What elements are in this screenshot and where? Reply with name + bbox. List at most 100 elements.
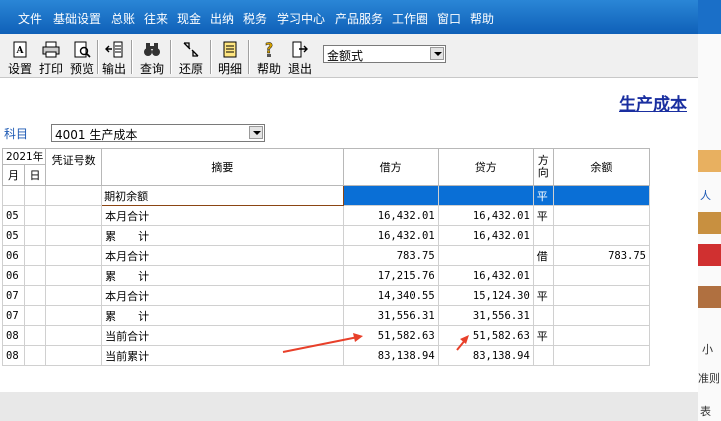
summary-cell: 累 计: [101, 305, 344, 326]
month-header: 月: [1, 164, 26, 186]
voucher-cell: [45, 185, 103, 206]
direction-cell: [532, 305, 554, 326]
table-row[interactable]: 05 累 计 16,432.01 16,432.01: [1, 225, 651, 246]
menu-accounts[interactable]: 往来: [144, 10, 168, 27]
menu-bar: 文件 基础设置 总账 往来 现金 出纳 税务 学习中心 产品服务 工作圈 窗口 …: [0, 0, 698, 34]
background-thumbnail: [698, 150, 721, 172]
month-cell: 05: [1, 225, 26, 246]
exit-button[interactable]: 退出: [284, 38, 316, 76]
preview-icon: [74, 41, 91, 58]
table-row[interactable]: 06 本月合计 783.75 借 783.75: [1, 245, 651, 266]
menu-products-services[interactable]: 产品服务: [335, 10, 383, 27]
query-button[interactable]: 查询: [136, 38, 168, 76]
menu-help[interactable]: 帮助: [470, 10, 494, 27]
menu-cash[interactable]: 现金: [177, 10, 201, 27]
day-header: 日: [24, 164, 47, 186]
direction-cell: [532, 345, 554, 366]
background-thumbnail: [698, 244, 721, 266]
credit-cell: 15,124.30: [437, 285, 534, 306]
table-row[interactable]: 07 本月合计 14,340.55 15,124.30 平: [1, 285, 651, 306]
subject-select[interactable]: 4001 生产成本: [51, 124, 265, 142]
day-cell: [24, 305, 47, 326]
background-thumbnail: [698, 286, 721, 308]
summary-cell: 本月合计: [101, 285, 344, 306]
direction-cell: 平: [532, 285, 554, 306]
month-cell: 08: [1, 325, 26, 346]
help-button[interactable]: ? 帮助: [253, 38, 285, 76]
menu-tax[interactable]: 税务: [243, 10, 267, 27]
month-cell: 08: [1, 345, 26, 366]
credit-header: 贷方: [437, 148, 534, 186]
menu-work-circle[interactable]: 工作圈: [392, 10, 428, 27]
table-row[interactable]: 06 累 计 17,215.76 16,432.01: [1, 265, 651, 286]
summary-cell: 累 计: [101, 265, 344, 286]
voucher-cell: [45, 225, 103, 246]
balance-cell: [552, 205, 651, 226]
summary-cell: 累 计: [101, 225, 344, 246]
toolbar: A 设置 打印 预览 输出 查询 还原 明细 ? 帮助 退出 金额式: [0, 34, 698, 78]
menu-cashier[interactable]: 出纳: [210, 10, 234, 27]
format-select[interactable]: 金额式: [323, 45, 446, 63]
balance-cell: [552, 345, 651, 366]
menu-basic-settings[interactable]: 基础设置: [53, 10, 101, 27]
table-row[interactable]: 08 当前累计 83,138.94 83,138.94: [1, 345, 651, 366]
help-icon: ?: [265, 41, 274, 57]
summary-cell[interactable]: 期初余额: [101, 185, 344, 206]
balance-cell: [552, 285, 651, 306]
menu-file[interactable]: 文件: [18, 10, 42, 27]
table-row[interactable]: 05 本月合计 16,432.01 16,432.01 平: [1, 205, 651, 226]
debit-cell: 16,432.01: [342, 205, 439, 226]
credit-cell: 16,432.01: [437, 225, 534, 246]
chevron-down-icon[interactable]: [249, 126, 263, 139]
month-cell: 07: [1, 305, 26, 326]
query-button-label: 查询: [139, 62, 164, 76]
export-icon: [105, 41, 123, 58]
app-window: 文件 基础设置 总账 往来 现金 出纳 税务 学习中心 产品服务 工作圈 窗口 …: [0, 0, 721, 421]
settings-button[interactable]: A 设置: [4, 38, 36, 76]
background-thumbnail: [698, 212, 721, 234]
debit-cell: 31,556.31: [342, 305, 439, 326]
detail-button-label: 明细: [217, 62, 242, 76]
restore-button[interactable]: 还原: [175, 38, 207, 76]
debit-cell[interactable]: [342, 185, 439, 206]
day-cell: [24, 225, 47, 246]
menu-general-ledger[interactable]: 总账: [111, 10, 135, 27]
table-row[interactable]: 08 当前合计 51,582.63 51,582.63 平: [1, 325, 651, 346]
help-button-label: 帮助: [256, 62, 281, 76]
background-text: 人: [700, 189, 711, 202]
svg-text:A: A: [16, 46, 25, 56]
print-button[interactable]: 打印: [35, 38, 67, 76]
preview-button[interactable]: 预览: [66, 38, 98, 76]
voucher-cell: [45, 205, 103, 226]
month-cell: 05: [1, 205, 26, 226]
menu-window[interactable]: 窗口: [437, 10, 461, 27]
day-cell: [24, 345, 47, 366]
report-pane: 生产成本 科目 4001 生产成本 2021年 凭证号数 摘要 借方 贷方 方向…: [0, 78, 698, 392]
credit-cell: 16,432.01: [437, 265, 534, 286]
toolbar-separator: [248, 40, 250, 74]
subject-label: 科目: [4, 127, 29, 141]
summary-cell: 本月合计: [101, 205, 344, 226]
table-header-row-1: 2021年 凭证号数 摘要 借方 贷方 方向 余额: [1, 148, 651, 186]
credit-cell[interactable]: [437, 185, 534, 206]
subject-select-value: 4001 生产成本: [55, 128, 138, 142]
table-row[interactable]: 期初余额 平: [1, 185, 651, 206]
detail-button[interactable]: 明细: [214, 38, 246, 76]
table-row[interactable]: 07 累 计 31,556.31 31,556.31: [1, 305, 651, 326]
debit-cell: 16,432.01: [342, 225, 439, 246]
direction-cell[interactable]: 平: [532, 185, 554, 206]
day-cell: [24, 325, 47, 346]
settings-button-label: 设置: [7, 62, 32, 76]
export-button[interactable]: 输出: [98, 38, 130, 76]
background-window-edge: 人 小 准则 表: [698, 0, 721, 421]
printer-icon: [42, 41, 60, 58]
preview-button-label: 预览: [69, 62, 94, 76]
menu-learning-center[interactable]: 学习中心: [277, 10, 325, 27]
balance-cell: [552, 325, 651, 346]
voucher-cell: [45, 285, 103, 306]
balance-cell[interactable]: [552, 185, 651, 206]
chevron-down-icon[interactable]: [430, 47, 444, 60]
debit-cell: 783.75: [342, 245, 439, 266]
exit-button-label: 退出: [287, 62, 312, 76]
background-window-titlebar: [698, 0, 721, 34]
